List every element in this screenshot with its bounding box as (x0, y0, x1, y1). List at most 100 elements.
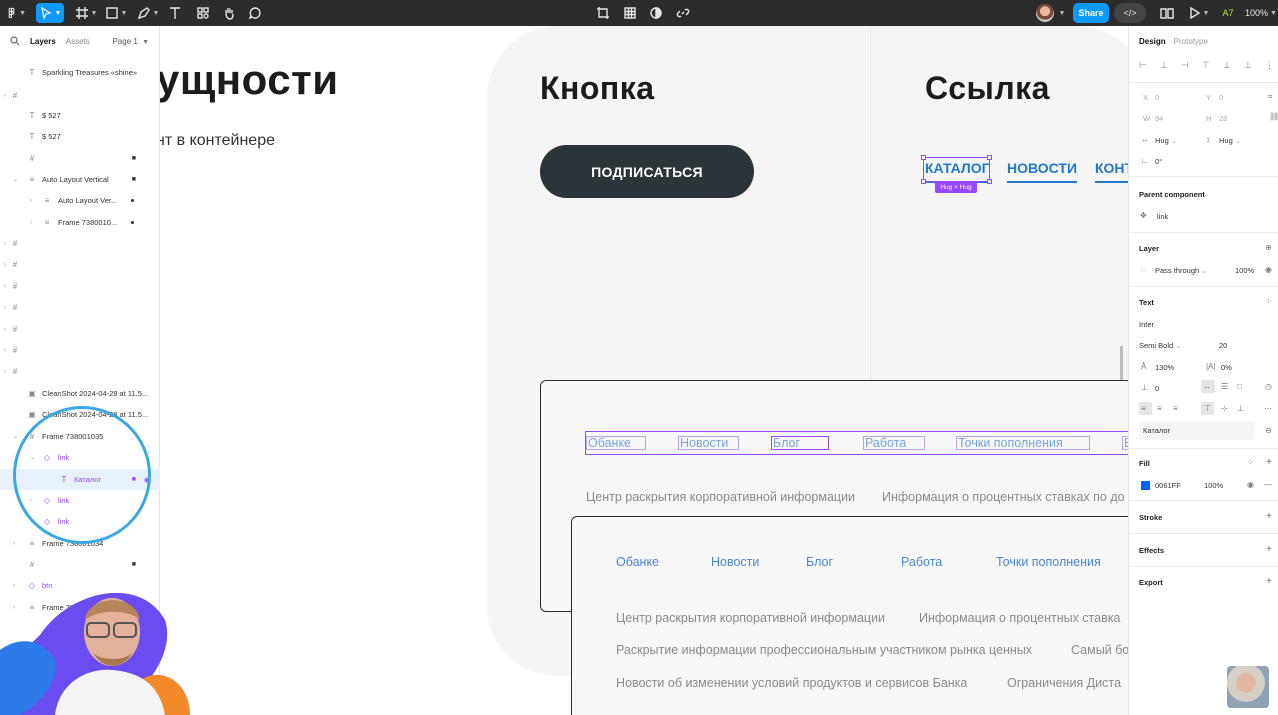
shape-tool-button[interactable]: ▼ (104, 0, 128, 26)
nav-link[interactable]: Новости (711, 555, 759, 569)
fill-hex-input[interactable]: 0061FF (1155, 481, 1181, 490)
layer-row[interactable]: › ≡ Auto Layout Ver... (0, 190, 160, 211)
main-menu-button[interactable]: ▼ (6, 0, 26, 26)
text-tool-button[interactable] (166, 0, 184, 26)
info-link[interactable]: Раскрытие информации профессиональным уч… (616, 643, 1032, 657)
subscribe-button[interactable]: ПОДПИСАТЬСЯ (540, 145, 754, 198)
expand-icon[interactable]: › (4, 348, 6, 354)
nav-link[interactable]: Блог (806, 555, 833, 569)
collapse-icon[interactable]: ⌄ (13, 176, 18, 183)
dev-mode-toggle[interactable]: </> (1114, 3, 1146, 23)
move-tool-button[interactable]: ▼ (36, 3, 64, 23)
crop-button[interactable] (594, 0, 612, 26)
layer-row[interactable]: › # (0, 85, 160, 106)
layer-row[interactable]: T $ 527 (0, 105, 160, 126)
resize-handle[interactable] (987, 179, 992, 184)
detach-icon[interactable]: ⊖ (1265, 426, 1272, 435)
resize-handle[interactable] (921, 155, 926, 160)
layer-row[interactable]: › # (0, 340, 160, 361)
eye-icon[interactable]: ◉ (1265, 265, 1272, 274)
comment-tool-button[interactable] (246, 0, 264, 26)
expand-icon[interactable]: › (4, 327, 6, 333)
eye-icon[interactable]: ◉ (1247, 480, 1254, 489)
lock-ratio-icon[interactable]: ⛓ (1269, 112, 1278, 121)
text-align-center-icon[interactable]: ≡ (1157, 404, 1162, 413)
expand-icon[interactable]: › (30, 220, 32, 226)
library-button[interactable] (1158, 0, 1176, 26)
text-valign-bottom-icon[interactable]: ⊥ (1237, 404, 1244, 413)
info-link[interactable]: Самый бо (1071, 643, 1128, 657)
add-stroke-icon[interactable]: + (1266, 511, 1272, 522)
expand-icon[interactable]: › (30, 198, 32, 204)
frame-tool-button[interactable]: ▼ (74, 0, 98, 26)
remove-fill-icon[interactable]: — (1264, 480, 1272, 489)
tab-prototype[interactable]: Prototype (1174, 37, 1208, 46)
layer-row[interactable]: › # (0, 319, 160, 340)
rotation-input[interactable]: 0° (1155, 157, 1162, 166)
nav-link[interactable]: Точки пополнения (956, 436, 1090, 450)
hand-tool-button[interactable] (220, 0, 238, 26)
align-left-icon[interactable]: ⊢ (1139, 60, 1147, 71)
constraints-icon[interactable]: ⌗ (1268, 92, 1273, 102)
expand-icon[interactable]: › (4, 369, 6, 375)
align-top-icon[interactable]: ⊤ (1202, 60, 1210, 71)
tab-layers[interactable]: Layers (30, 37, 56, 46)
expand-icon[interactable]: › (4, 305, 6, 311)
letter-spacing-input[interactable]: 0% (1221, 363, 1232, 372)
info-link[interactable]: Информация о процентных ставка (919, 611, 1120, 625)
distribute-icon[interactable]: ⋮ (1265, 60, 1274, 71)
expand-icon[interactable]: › (4, 262, 6, 268)
tab-assets[interactable]: Assets (66, 37, 90, 46)
nav-link[interactable]: Новости (678, 436, 739, 450)
paragraph-spacing-input[interactable]: 0 (1155, 384, 1159, 393)
page-selector[interactable]: Page 1 ▼ (112, 37, 149, 46)
parent-component-link[interactable]: link (1157, 212, 1168, 221)
search-icon[interactable] (10, 36, 20, 46)
text-options-icon[interactable]: ◷ (1265, 382, 1272, 391)
present-button[interactable]: ▼ (1186, 0, 1210, 26)
canvas-scroll-indicator[interactable] (1120, 346, 1123, 380)
lock-icon[interactable]: ■ (132, 176, 136, 183)
layer-row[interactable]: # ■ (0, 554, 160, 575)
layer-row[interactable]: ⌄ ≡ Auto Layout Vertical ■ (0, 169, 160, 190)
info-link[interactable]: Ограничения Дистa (1007, 676, 1121, 690)
blend-mode-select[interactable]: Pass through ⌄ (1155, 266, 1208, 275)
fill-color-swatch[interactable] (1141, 481, 1150, 490)
layer-row[interactable]: T Sparkling Treasures «shine» (0, 62, 160, 83)
h-input[interactable]: 28 (1219, 114, 1227, 123)
layer-row[interactable]: ▣ CleanShot 2024-04-28 at 11.5... (0, 383, 160, 404)
chevron-down-icon[interactable]: ▼ (1056, 0, 1066, 26)
text-styles-icon[interactable]: ⁘ (1265, 297, 1272, 306)
w-input[interactable]: 94 (1155, 114, 1163, 123)
layer-row[interactable]: › # (0, 361, 160, 382)
info-link[interactable]: Информация о процентных ставках по до (882, 490, 1125, 504)
nav-link[interactable]: Блог (771, 436, 829, 450)
share-button[interactable]: Share (1073, 3, 1109, 23)
y-input[interactable]: 0 (1219, 93, 1223, 102)
layer-opacity-input[interactable]: 100% (1235, 266, 1254, 275)
auto-height-icon[interactable]: ☰ (1221, 382, 1228, 391)
align-center-v-icon[interactable]: ⊥ (1223, 60, 1231, 71)
text-valign-middle-icon[interactable]: ⊹ (1221, 404, 1228, 413)
layer-settings-icon[interactable]: ⊕ (1265, 243, 1272, 252)
align-bottom-icon[interactable]: ⊥ (1244, 60, 1252, 71)
pen-tool-button[interactable]: ▼ (136, 0, 160, 26)
layer-row[interactable]: › ≡ Frame 7380010... (0, 212, 160, 233)
lock-icon[interactable]: ■ (132, 561, 136, 568)
line-height-input[interactable]: 130% (1155, 363, 1174, 372)
layer-row[interactable]: T $ 527 (0, 126, 160, 147)
x-input[interactable]: 0 (1155, 93, 1159, 102)
add-fill-icon[interactable]: + (1266, 457, 1272, 468)
collaborator-avatar[interactable] (1227, 666, 1269, 708)
nav-link[interactable]: Обанке (616, 555, 659, 569)
fill-styles-icon[interactable]: ⁘ (1247, 458, 1254, 467)
fixed-size-icon[interactable]: □ (1237, 382, 1242, 391)
add-export-icon[interactable]: + (1266, 576, 1272, 587)
fill-opacity-input[interactable]: 100% (1204, 481, 1223, 490)
link-contacts[interactable]: КОНТ (1095, 160, 1128, 183)
lock-icon[interactable]: ■ (132, 155, 136, 162)
expand-icon[interactable]: › (4, 241, 6, 247)
align-right-icon[interactable]: ⊣ (1181, 60, 1189, 71)
resize-handle[interactable] (921, 179, 926, 184)
resize-handle[interactable] (987, 155, 992, 160)
